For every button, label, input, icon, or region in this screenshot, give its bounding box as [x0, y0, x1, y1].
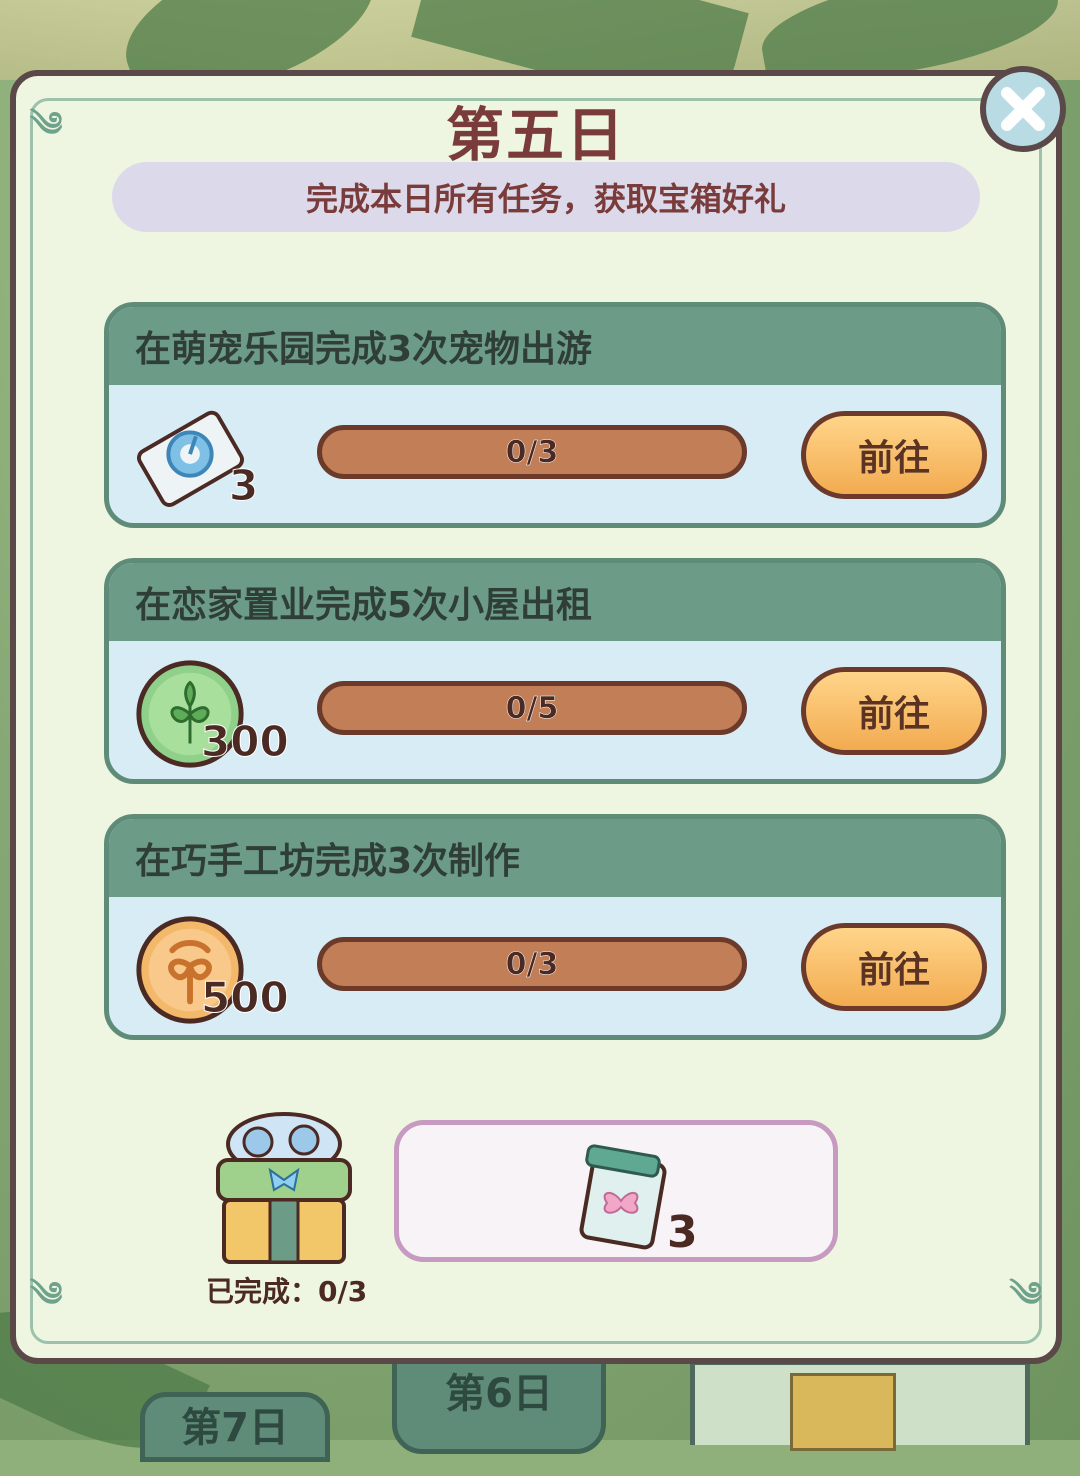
task-title: 在巧手工坊完成3次制作: [109, 819, 1001, 897]
progress-text: 0/5: [505, 690, 559, 726]
reward-count: 500: [201, 973, 290, 1023]
task-progress-bar: 0/5: [317, 681, 747, 735]
task-card: 在巧手工坊完成3次制作 500 0/3 前往: [104, 814, 1006, 1040]
corner-swirl-icon: ༄: [30, 1275, 63, 1315]
go-button[interactable]: 前往: [801, 411, 987, 499]
go-button[interactable]: 前往: [801, 667, 987, 755]
go-button[interactable]: 前往: [801, 923, 987, 1011]
progress-text: 0/3: [505, 946, 559, 982]
go-button-label: 前往: [857, 950, 930, 991]
tab-day-7[interactable]: 第7日: [140, 1392, 330, 1462]
progress-text: 0/3: [505, 434, 559, 470]
close-button[interactable]: [980, 66, 1066, 152]
chest-reward-panel: 3: [394, 1120, 838, 1262]
tab-day-6-label: 第6日: [445, 1371, 553, 1417]
modal-subtitle-text: 完成本日所有任务，获取宝箱好礼: [305, 180, 786, 218]
modal-subtitle: 完成本日所有任务，获取宝箱好礼: [112, 162, 980, 232]
chest-reward-count: 3: [667, 1207, 698, 1258]
corner-swirl-icon: ༄: [1009, 1275, 1042, 1315]
treasure-chest-icon[interactable]: [204, 1104, 364, 1268]
reward-count: 300: [201, 717, 290, 767]
go-button-label: 前往: [857, 438, 930, 479]
cabinet-door: [790, 1373, 896, 1451]
go-button-label: 前往: [857, 694, 930, 735]
background-cabinet: [690, 1360, 1030, 1451]
close-icon: [1001, 87, 1045, 131]
reward-count: 3: [228, 461, 259, 511]
task-progress-bar: 0/3: [317, 937, 747, 991]
task-progress-bar: 0/3: [317, 425, 747, 479]
daily-task-modal: ༄ ༄ ༄ 第五日 完成本日所有任务，获取宝箱好礼 在萌宠乐园完成3次宠物出游 …: [10, 70, 1062, 1364]
task-title: 在萌宠乐园完成3次宠物出游: [109, 307, 1001, 385]
tab-day-7-label: 第7日: [181, 1405, 289, 1451]
task-title: 在恋家置业完成5次小屋出租: [109, 563, 1001, 641]
chest-status: 已完成：0/3: [206, 1275, 368, 1308]
tab-day-6[interactable]: 第6日: [392, 1352, 606, 1454]
butterfly-scroll-icon: [579, 1144, 667, 1250]
task-card: 在萌宠乐园完成3次宠物出游 3 0/3 前往: [104, 302, 1006, 528]
task-card: 在恋家置业完成5次小屋出租 300 0/5 前往: [104, 558, 1006, 784]
modal-title: 第五日: [445, 101, 626, 169]
